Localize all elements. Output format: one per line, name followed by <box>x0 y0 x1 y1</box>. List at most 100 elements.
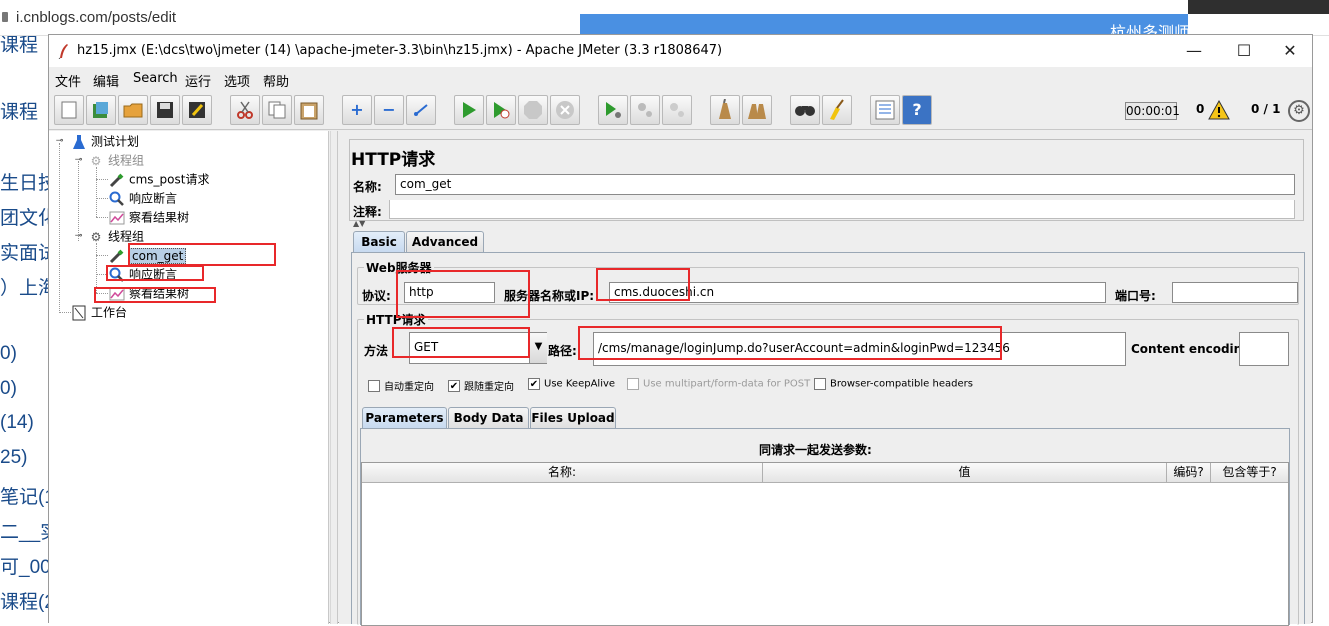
parameter-tabs: Parameters Body Data Files Upload <box>362 407 662 429</box>
paste-icon[interactable] <box>294 95 324 125</box>
name-field[interactable]: com_get <box>395 174 1295 195</box>
maximize-button[interactable]: ☐ <box>1229 39 1259 63</box>
bg-fragment: 二__实 <box>0 522 48 543</box>
column-header-value[interactable]: 值 <box>763 463 1167 483</box>
menu-file[interactable]: 文件 <box>55 71 81 90</box>
menu-run[interactable]: 运行 <box>185 71 211 90</box>
start-icon[interactable] <box>454 95 484 125</box>
browser-url[interactable]: i.cnblogs.com/posts/edit <box>16 9 176 26</box>
warning-icon[interactable] <box>1208 100 1230 120</box>
annotation-box <box>578 326 1002 360</box>
gear-icon[interactable]: ⚙ <box>1288 100 1310 122</box>
column-header-name[interactable]: 名称: <box>362 463 763 483</box>
remote-start-icon[interactable] <box>598 95 628 125</box>
shutdown-icon[interactable] <box>550 95 580 125</box>
stop-icon[interactable] <box>518 95 548 125</box>
keepalive-checkbox[interactable]: ✔ Use KeepAlive <box>528 378 615 390</box>
basic-advanced-tabs: Basic Advanced <box>353 231 653 253</box>
content-encoding-field[interactable] <box>1239 332 1289 366</box>
error-count: 0 <box>1196 102 1205 116</box>
bg-fragment: 0) <box>0 378 17 399</box>
clear-all-icon[interactable] <box>742 95 772 125</box>
checkmark-icon: ✔ <box>528 378 540 390</box>
bg-fragment: 课程(2 <box>0 592 48 613</box>
templates-icon[interactable] <box>86 95 116 125</box>
chevron-down-icon[interactable]: ▼ <box>529 333 547 363</box>
split-pane-divider[interactable] <box>330 131 338 624</box>
tree-node-cms-post[interactable]: cms_post请求 <box>109 170 209 188</box>
bg-fragment: 课程（ <box>0 102 48 123</box>
tab-files-upload[interactable]: Files Upload <box>530 407 616 429</box>
search-icon[interactable] <box>790 95 820 125</box>
clear-icon[interactable] <box>710 95 740 125</box>
menu-help[interactable]: 帮助 <box>263 71 289 90</box>
menu-search[interactable]: Search <box>133 71 178 86</box>
collapse-toggle[interactable]: ⊸ <box>55 137 64 146</box>
tab-advanced[interactable]: Advanced <box>406 231 484 253</box>
checkmark-icon: ✔ <box>448 379 460 392</box>
auto-redirect-checkbox[interactable]: 自动重定向 <box>368 378 434 393</box>
start-no-pauses-icon[interactable] <box>486 95 516 125</box>
tree-node-thread-group-1[interactable]: ⚙ 线程组 <box>88 151 144 169</box>
bg-fragment: 实面试 <box>0 243 48 264</box>
tree-node-results-tree-1[interactable]: 察看结果树 <box>109 208 189 226</box>
collapse-icon[interactable]: − <box>374 95 404 125</box>
minimize-button[interactable]: — <box>1179 39 1209 63</box>
help-icon[interactable]: ? <box>902 95 932 125</box>
save-as-icon[interactable] <box>182 95 212 125</box>
parameters-table[interactable]: 名称: 值 编码? 包含等于? <box>361 462 1289 626</box>
tab-basic[interactable]: Basic <box>353 231 405 253</box>
tab-body-data[interactable]: Body Data <box>448 407 529 429</box>
http-request-panel: HTTP请求 名称: com_get 注释: ▲▼ Basic Advanced… <box>339 131 1311 626</box>
checkbox-icon <box>368 379 380 392</box>
elapsed-timer: 00:00:01 <box>1125 102 1180 120</box>
tree-node-assertion-1[interactable]: 响应断言 <box>109 189 177 207</box>
column-header-include-equals[interactable]: 包含等于? <box>1211 463 1288 483</box>
reset-search-icon[interactable] <box>822 95 852 125</box>
browser-headers-checkbox[interactable]: Browser-compatible headers <box>814 378 973 390</box>
port-field[interactable] <box>1172 282 1298 303</box>
workbench-icon <box>71 305 87 321</box>
follow-redirect-checkbox[interactable]: ✔ 跟随重定向 <box>448 378 514 393</box>
expand-icon[interactable]: + <box>342 95 372 125</box>
active-threads: 0 / 1 <box>1251 102 1281 116</box>
toggle-icon[interactable] <box>406 95 436 125</box>
title-bar[interactable]: hz15.jmx (E:\dcs\two\jmeter (14) \apache… <box>49 35 1312 67</box>
multipart-checkbox[interactable]: Use multipart/form-data for POST <box>627 378 810 390</box>
splitter-arrows-icon[interactable]: ▲▼ <box>353 219 365 228</box>
menu-edit[interactable]: 编辑 <box>93 71 119 90</box>
save-icon[interactable] <box>150 95 180 125</box>
checkbox-icon <box>627 378 639 390</box>
remote-exit-icon[interactable] <box>662 95 692 125</box>
remote-stop-icon[interactable] <box>630 95 660 125</box>
port-label: 端口号: <box>1115 289 1156 303</box>
comment-field[interactable] <box>389 200 1295 219</box>
tab-parameters[interactable]: Parameters <box>362 407 447 429</box>
content-encoding-label: Content encoding: <box>1131 342 1256 356</box>
close-button[interactable]: ✕ <box>1275 39 1305 63</box>
annotation-box <box>396 270 530 318</box>
panel-title: HTTP请求 <box>351 150 436 170</box>
path-label: 路径: <box>548 344 577 358</box>
open-icon[interactable] <box>118 95 148 125</box>
gear-icon: ⚙ <box>90 153 102 168</box>
copy-icon[interactable] <box>262 95 292 125</box>
bg-fragment: 生日技 <box>0 173 48 194</box>
browser-left-content: 课程（ 课程（ 生日技 团文化 实面试 ）上海 0) 0) (14) 25) 笔… <box>0 36 48 623</box>
bg-fragment: 0) <box>0 343 17 364</box>
new-icon[interactable] <box>54 95 84 125</box>
cut-icon[interactable] <box>230 95 260 125</box>
collapse-toggle[interactable]: ⊸ <box>74 156 83 165</box>
collapse-toggle[interactable]: ⊸ <box>74 232 83 241</box>
menu-options[interactable]: 选项 <box>224 71 250 90</box>
column-header-encode[interactable]: 编码? <box>1167 463 1211 483</box>
checkbox-icon <box>814 378 826 390</box>
function-helper-icon[interactable] <box>870 95 900 125</box>
gear-icon: ⚙ <box>90 229 102 244</box>
name-label: 名称: <box>353 180 382 194</box>
tree-node-test-plan[interactable]: 测试计划 <box>71 132 139 150</box>
annotation-box <box>128 243 276 266</box>
pipette-icon <box>109 172 125 188</box>
tree-node-workbench[interactable]: 工作台 <box>71 303 127 321</box>
parameters-pane: 同请求一起发送参数: 名称: 值 编码? 包含等于? <box>360 428 1290 626</box>
